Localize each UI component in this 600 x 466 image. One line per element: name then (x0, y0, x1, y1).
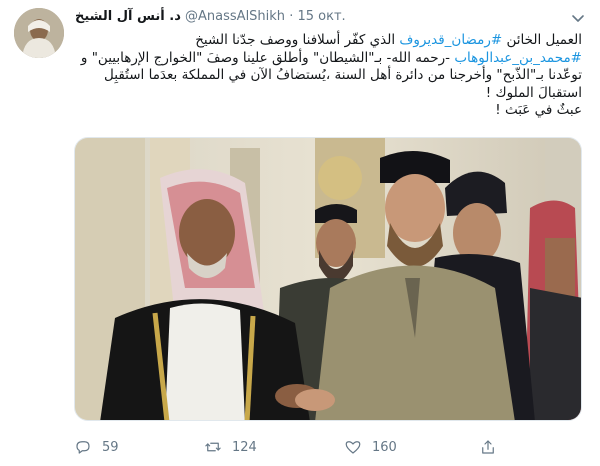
retweet-button[interactable]: 124 (204, 436, 257, 458)
share-button[interactable] (479, 436, 497, 458)
tweet-actions: 59 124 160 (74, 436, 582, 458)
tweet-header: د. أنس آل الشيخ @AnassAlShikh · 15 окт. (75, 9, 585, 29)
tweet-text: العميل الخائن #رمضان_قديروف الذي كفّر أس… (74, 32, 582, 120)
reply-count: 59 (102, 439, 119, 455)
reply-icon (76, 441, 90, 454)
like-count: 160 (372, 439, 397, 455)
user-handle[interactable]: @AnassAlShikh (185, 9, 285, 24)
share-icon (482, 440, 494, 454)
tweet-date[interactable]: 15 окт. (297, 9, 345, 24)
tweet-photo[interactable] (74, 137, 582, 421)
hashtag-link[interactable]: #محمد_بن_عبدالوهاب (454, 50, 582, 66)
text-run: العميل الخائن (502, 32, 582, 48)
retweet-count: 124 (232, 439, 257, 455)
tweet-body: العميل الخائن #رمضان_قديروف الذي كفّر أس… (74, 32, 582, 102)
avatar-photo (14, 8, 64, 58)
tweet-last-line: عبثٌ في عَبَث ! (495, 102, 582, 118)
heart-icon (345, 441, 361, 454)
retweet-icon (205, 442, 221, 452)
display-name[interactable]: د. أنس آل الشيخ (75, 9, 181, 24)
separator-dot: · (289, 9, 294, 24)
chevron-down-icon[interactable] (570, 10, 586, 26)
photo-image (75, 138, 581, 420)
reply-button[interactable]: 59 (74, 436, 119, 458)
hashtag-link[interactable]: #رمضان_قديروف (399, 32, 502, 48)
avatar[interactable] (14, 8, 64, 58)
tweet: د. أنس آل الشيخ @AnassAlShikh · 15 окт. … (0, 0, 600, 466)
like-button[interactable]: 160 (344, 436, 397, 458)
text-run: الذي كفّر أسلافنا ووصف جدّنا الشيخ (195, 32, 400, 48)
